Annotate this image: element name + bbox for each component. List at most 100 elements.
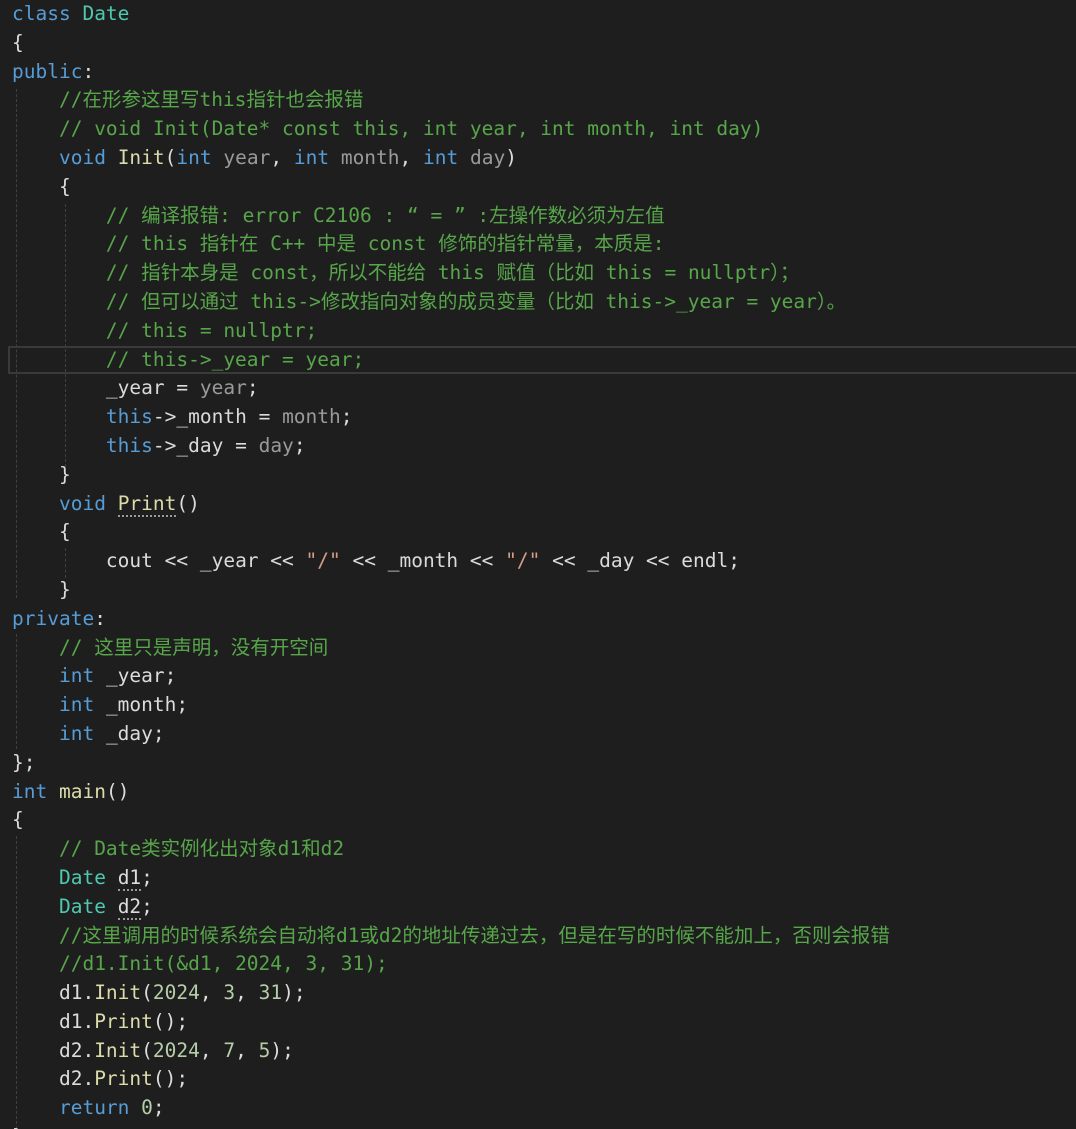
code-line[interactable]: // 指针本身是 const，所以不能给 this 赋值（比如 this = n… (12, 259, 1076, 288)
keyword: this (105, 405, 153, 429)
variable: d2 (117, 894, 142, 920)
code-line[interactable]: } (12, 1123, 1076, 1129)
parameter: month (340, 145, 400, 169)
keyword: class (12, 2, 71, 25)
code-line[interactable]: Date d1; (12, 864, 1076, 893)
code-line[interactable]: this->_day = day; (12, 432, 1076, 461)
code-line[interactable]: { (12, 173, 1076, 202)
code-line[interactable]: Date d2; (12, 893, 1076, 922)
code-line[interactable]: } (12, 461, 1076, 490)
code-line[interactable]: // Date类实例化出对象d1和d2 (12, 835, 1076, 864)
function-name: Print (117, 491, 177, 517)
code-line[interactable]: // 编译报错: error C2106 : “ = ” :左操作数必须为左值 (12, 202, 1076, 231)
keyword: int (423, 145, 459, 169)
code-line[interactable]: // void Init(Date* const this, int year,… (12, 115, 1076, 144)
code-editor[interactable]: class Date { public: //在形参这里写this指针也会报错 … (0, 0, 1076, 1129)
code-lines: class Date { public: //在形参这里写this指针也会报错 … (8, 0, 1076, 1129)
comment: // this 指针在 C++ 中是 const 修饰的指针常量，本质是: (105, 232, 665, 256)
code-line[interactable]: class Date (12, 0, 1076, 29)
number: 2024 (152, 1038, 200, 1062)
code-line[interactable]: return 0; (12, 1094, 1076, 1123)
code-line[interactable]: public: (12, 58, 1076, 87)
number: 2024 (152, 981, 200, 1005)
parameter: day (258, 433, 294, 457)
function-name: Init (94, 1038, 142, 1062)
comment: //d1.Init(&d1, 2024, 3, 31); (58, 952, 388, 976)
number: 5 (258, 1038, 271, 1062)
string-literal: "/" (505, 549, 541, 573)
code-line[interactable]: cout << _year << "/" << _month << "/" <<… (12, 547, 1076, 576)
comment: // Date类实例化出对象d1和d2 (58, 837, 345, 861)
code-line[interactable]: d2.Init(2024, 7, 5); (12, 1037, 1076, 1066)
comment: // 编译报错: error C2106 : “ = ” :左操作数必须为左值 (105, 203, 665, 227)
parameter: year (199, 376, 247, 400)
keyword: void (58, 491, 106, 515)
variable: d1 (117, 865, 142, 891)
class-name: Date (58, 894, 106, 918)
code-line[interactable]: private: (12, 605, 1076, 634)
keyword: int (293, 145, 330, 169)
class-name: Date (58, 865, 106, 889)
keyword: this (105, 433, 153, 457)
number: 31 (258, 981, 283, 1005)
keyword: int (58, 721, 95, 745)
parameter: year (223, 145, 271, 169)
access-specifier: private (12, 606, 95, 630)
member-field: _day (176, 433, 224, 457)
number: 3 (223, 981, 236, 1005)
code-line[interactable]: int main() (12, 778, 1076, 807)
class-name: Date (82, 2, 130, 25)
code-line[interactable]: { (12, 29, 1076, 58)
code-line[interactable]: d2.Print(); (12, 1065, 1076, 1094)
keyword: void (58, 145, 106, 169)
comment: // 指针本身是 const，所以不能给 this 赋值（比如 this = n… (105, 261, 800, 285)
member-field: _month (387, 549, 459, 573)
code-line[interactable]: // this 指针在 C++ 中是 const 修饰的指针常量，本质是: (12, 230, 1076, 259)
code-line[interactable]: // 这里只是声明，没有开空间 (12, 634, 1076, 663)
code-line[interactable]: // 但可以通过 this->修改指向对象的成员变量（比如 this->_yea… (12, 288, 1076, 317)
function-name: Print (94, 1009, 153, 1033)
code-line[interactable]: //d1.Init(&d1, 2024, 3, 31); (12, 950, 1076, 979)
function-name: Print (94, 1067, 153, 1091)
member-field: _day (587, 549, 635, 573)
code-line[interactable]: { (12, 518, 1076, 547)
code-line[interactable]: { (12, 806, 1076, 835)
keyword: int (58, 664, 95, 688)
comment: //这里调用的时候系统会自动将d1或d2的地址传递过去，但是在写的时候不能加上，… (58, 923, 890, 947)
function-name: Init (94, 981, 142, 1005)
comment: // 但可以通过 this->修改指向对象的成员变量（比如 this->_yea… (105, 289, 847, 313)
function-name: main (58, 779, 106, 803)
code-line[interactable]: d1.Print(); (12, 1008, 1076, 1037)
code-line[interactable]: int _month; (12, 691, 1076, 720)
member-field: _year (199, 549, 259, 573)
keyword: int (176, 145, 212, 169)
code-line[interactable]: int _year; (12, 662, 1076, 691)
code-line[interactable]: this->_month = month; (12, 403, 1076, 432)
code-line-current[interactable]: // this->_year = year; (8, 345, 1076, 375)
keyword: int (58, 693, 95, 717)
access-specifier: public (12, 59, 83, 83)
string-literal: "/" (305, 549, 341, 573)
code-line[interactable]: void Init(int year, int month, int day) (12, 144, 1076, 173)
keyword: return (58, 1096, 130, 1120)
function-name: Init (117, 145, 165, 169)
code-line[interactable]: _year = year; (12, 374, 1076, 403)
comment: //在形参这里写this指针也会报错 (58, 88, 364, 112)
member-field: _year (105, 376, 165, 400)
number: 7 (223, 1038, 236, 1062)
comment: // void Init(Date* const this, int year,… (58, 117, 764, 141)
number: 0 (141, 1096, 153, 1120)
parameter: month (282, 405, 341, 429)
comment: // 这里只是声明，没有开空间 (58, 635, 329, 659)
keyword: int (12, 779, 48, 803)
code-line[interactable]: //在形参这里写this指针也会报错 (12, 86, 1076, 115)
comment: // this = nullptr; (105, 318, 318, 342)
code-line[interactable]: } (12, 576, 1076, 605)
parameter: day (470, 145, 506, 169)
code-line[interactable]: }; (12, 749, 1076, 778)
code-line[interactable]: //这里调用的时候系统会自动将d1或d2的地址传递过去，但是在写的时候不能加上，… (12, 922, 1076, 951)
code-line[interactable]: // this = nullptr; (12, 317, 1076, 346)
code-line[interactable]: int _day; (12, 720, 1076, 749)
code-line[interactable]: void Print() (12, 490, 1076, 519)
code-line[interactable]: d1.Init(2024, 3, 31); (12, 979, 1076, 1008)
